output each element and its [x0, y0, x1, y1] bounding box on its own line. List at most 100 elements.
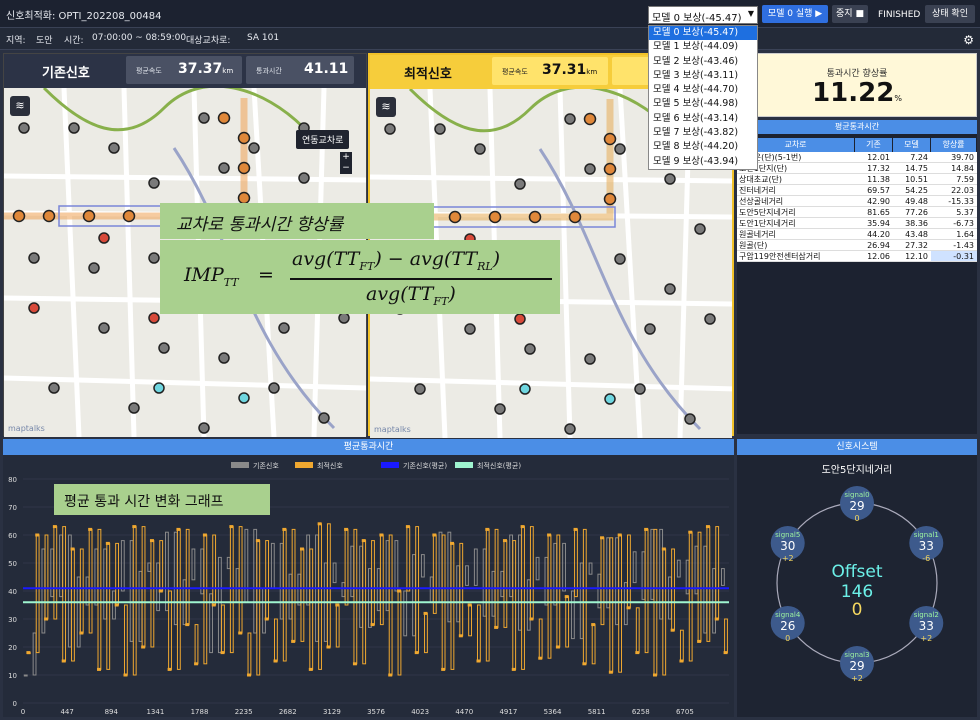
optimized-point [158, 589, 163, 593]
optimized-bar [503, 540, 508, 628]
optimized-bar [150, 540, 155, 648]
corridor-intersection [217, 111, 231, 125]
intersection-marker [338, 312, 350, 324]
table-row[interactable]: 도안1단지네거리 35.94 38.36 -6.73 [737, 218, 977, 229]
signal-label: signal3 [844, 651, 869, 659]
fraction-bar [290, 278, 552, 280]
model-select[interactable]: 모델 0 보상(-45.47) ▼ [648, 6, 758, 24]
model-option-7[interactable]: 모델 7 보상(-43.82) [649, 126, 757, 140]
optimized-bar [291, 528, 296, 642]
optimized-bar [538, 618, 543, 659]
x-tick-label: 447 [60, 708, 73, 716]
intersection-marker [524, 343, 536, 355]
baseline-bar [606, 537, 611, 609]
optimized-bar [521, 526, 525, 670]
table-cell: 77.26 [905, 208, 928, 217]
optimized-bar [547, 534, 552, 659]
baseline-bar [535, 556, 540, 581]
status-check-button[interactable]: 상태 확인 [925, 5, 975, 23]
table-cell: 상대초교(단) [739, 175, 783, 184]
road [61, 88, 82, 437]
table-row[interactable]: 상대초교(단) 11.38 10.51 7.59 [737, 174, 977, 185]
formula-eq: = [258, 264, 274, 286]
intersection-marker [434, 123, 446, 135]
optimized-point [229, 525, 234, 529]
model-option-3[interactable]: 모델 3 보상(-43.11) [649, 69, 757, 83]
optimized-point [202, 533, 207, 537]
table-row[interactable]: 도안1단지(단) 17.32 14.75 14.84 [737, 163, 977, 174]
table-cell: 26.94 [867, 241, 890, 250]
free-intersection [238, 392, 250, 404]
optimized-point [520, 525, 525, 529]
signal-delta: 0 [785, 634, 790, 643]
formula-box: IMPTT = avg(TTFT) − avg(TTRL) avg(TTFT) [160, 240, 560, 314]
intersection-marker [248, 142, 260, 154]
baseline-bar [50, 548, 55, 598]
optimized-bar [106, 542, 111, 670]
optimized-bar [265, 540, 270, 620]
table-row[interactable]: 고우운(단)(5-1번) 12.01 7.24 39.70 [737, 152, 977, 163]
baseline-bar [376, 568, 381, 612]
layers-icon[interactable]: ≋ [376, 97, 396, 117]
signal-delta: 0 [854, 514, 859, 523]
optimized-bar [468, 604, 472, 637]
table-col-header[interactable]: 기존 [855, 138, 893, 152]
model-option-4[interactable]: 모델 4 보상(-44.70) [649, 83, 757, 97]
table-cell: 54.25 [905, 186, 928, 195]
stop-button[interactable]: 중지 ■ [832, 5, 868, 23]
table-col-header[interactable]: 향상률 [931, 138, 977, 152]
table-row[interactable]: 원골(단) 26.94 27.32 -1.43 [737, 240, 977, 251]
intersection-marker [694, 223, 706, 235]
table-header: 교차로 기존 모델 향상률 [737, 138, 977, 152]
layers-icon[interactable]: ≋ [10, 96, 30, 116]
chart-note-box: 평균 통과 시간 변화 그래프 [54, 484, 270, 515]
optimized-point [35, 533, 40, 537]
optimized-point [670, 628, 675, 632]
model-dropdown[interactable]: 모델 0 보상(-45.47) 모델 1 보상(-44.09) 모델 2 보상(-4… [648, 25, 758, 170]
optimized-bar [415, 526, 420, 654]
optimized-point [494, 625, 499, 629]
model-option-5[interactable]: 모델 5 보상(-44.98) [649, 97, 757, 111]
optimized-bar [282, 528, 287, 662]
optimized-point [132, 525, 137, 529]
table-cell: 42.90 [867, 197, 890, 206]
time-pill-label: 통과시간 [256, 67, 282, 75]
baseline-bar [694, 545, 699, 595]
optimized-point [397, 589, 402, 593]
signal-delta: +2 [851, 674, 863, 683]
run-model-button[interactable]: 모델 0 실행 ▶ [762, 5, 828, 23]
optimized-point [423, 611, 428, 615]
intersection-marker [614, 253, 626, 265]
cross-label-button[interactable]: 연동교차로 [296, 130, 350, 149]
model-option-2[interactable]: 모델 2 보상(-43.46) [649, 55, 757, 69]
optimized-point [123, 673, 128, 677]
corridor-intersection [528, 210, 542, 224]
model-option-1[interactable]: 모델 1 보상(-44.09) [649, 40, 757, 54]
optimized-bar [706, 526, 711, 642]
optimized-point [617, 533, 622, 537]
model-option-8[interactable]: 모델 8 보상(-44.20) [649, 140, 757, 154]
target-value: SA 101 [247, 33, 280, 43]
intersection-marker [198, 422, 210, 434]
table-row[interactable]: 진터네거리 69.57 54.25 22.03 [737, 185, 977, 196]
optimized-bar [397, 590, 402, 676]
optimized-bar [450, 542, 455, 670]
baseline-bar [659, 528, 664, 620]
optimized-bar [335, 604, 340, 648]
optimized-point [167, 667, 172, 671]
model-option-9[interactable]: 모델 9 보상(-43.94) [649, 155, 757, 169]
table-row[interactable]: 선상골네거리 42.90 49.48 -15.33 [737, 196, 977, 207]
gear-icon[interactable]: ⚙ [963, 33, 974, 47]
zoom-control[interactable]: + − [340, 152, 352, 174]
corridor-intersection [122, 209, 136, 223]
table-row[interactable]: 원골네거리 44.20 43.48 1.64 [737, 229, 977, 240]
table-col-header[interactable]: 모델 [893, 138, 931, 152]
baseline-bar [412, 554, 416, 637]
optimized-bar [635, 607, 640, 654]
table-row[interactable]: 구암119안전센터삼거리 12.06 12.10 -0.31 [737, 251, 977, 262]
improvement-kpi: 통과시간 향상률 11.22% [737, 53, 977, 117]
table-row[interactable]: 도안5단지네거리 81.65 77.26 5.37 [737, 207, 977, 218]
model-option-0[interactable]: 모델 0 보상(-45.47) [649, 26, 757, 41]
model-option-6[interactable]: 모델 6 보상(-43.14) [649, 112, 757, 126]
optimized-bar [326, 523, 331, 648]
